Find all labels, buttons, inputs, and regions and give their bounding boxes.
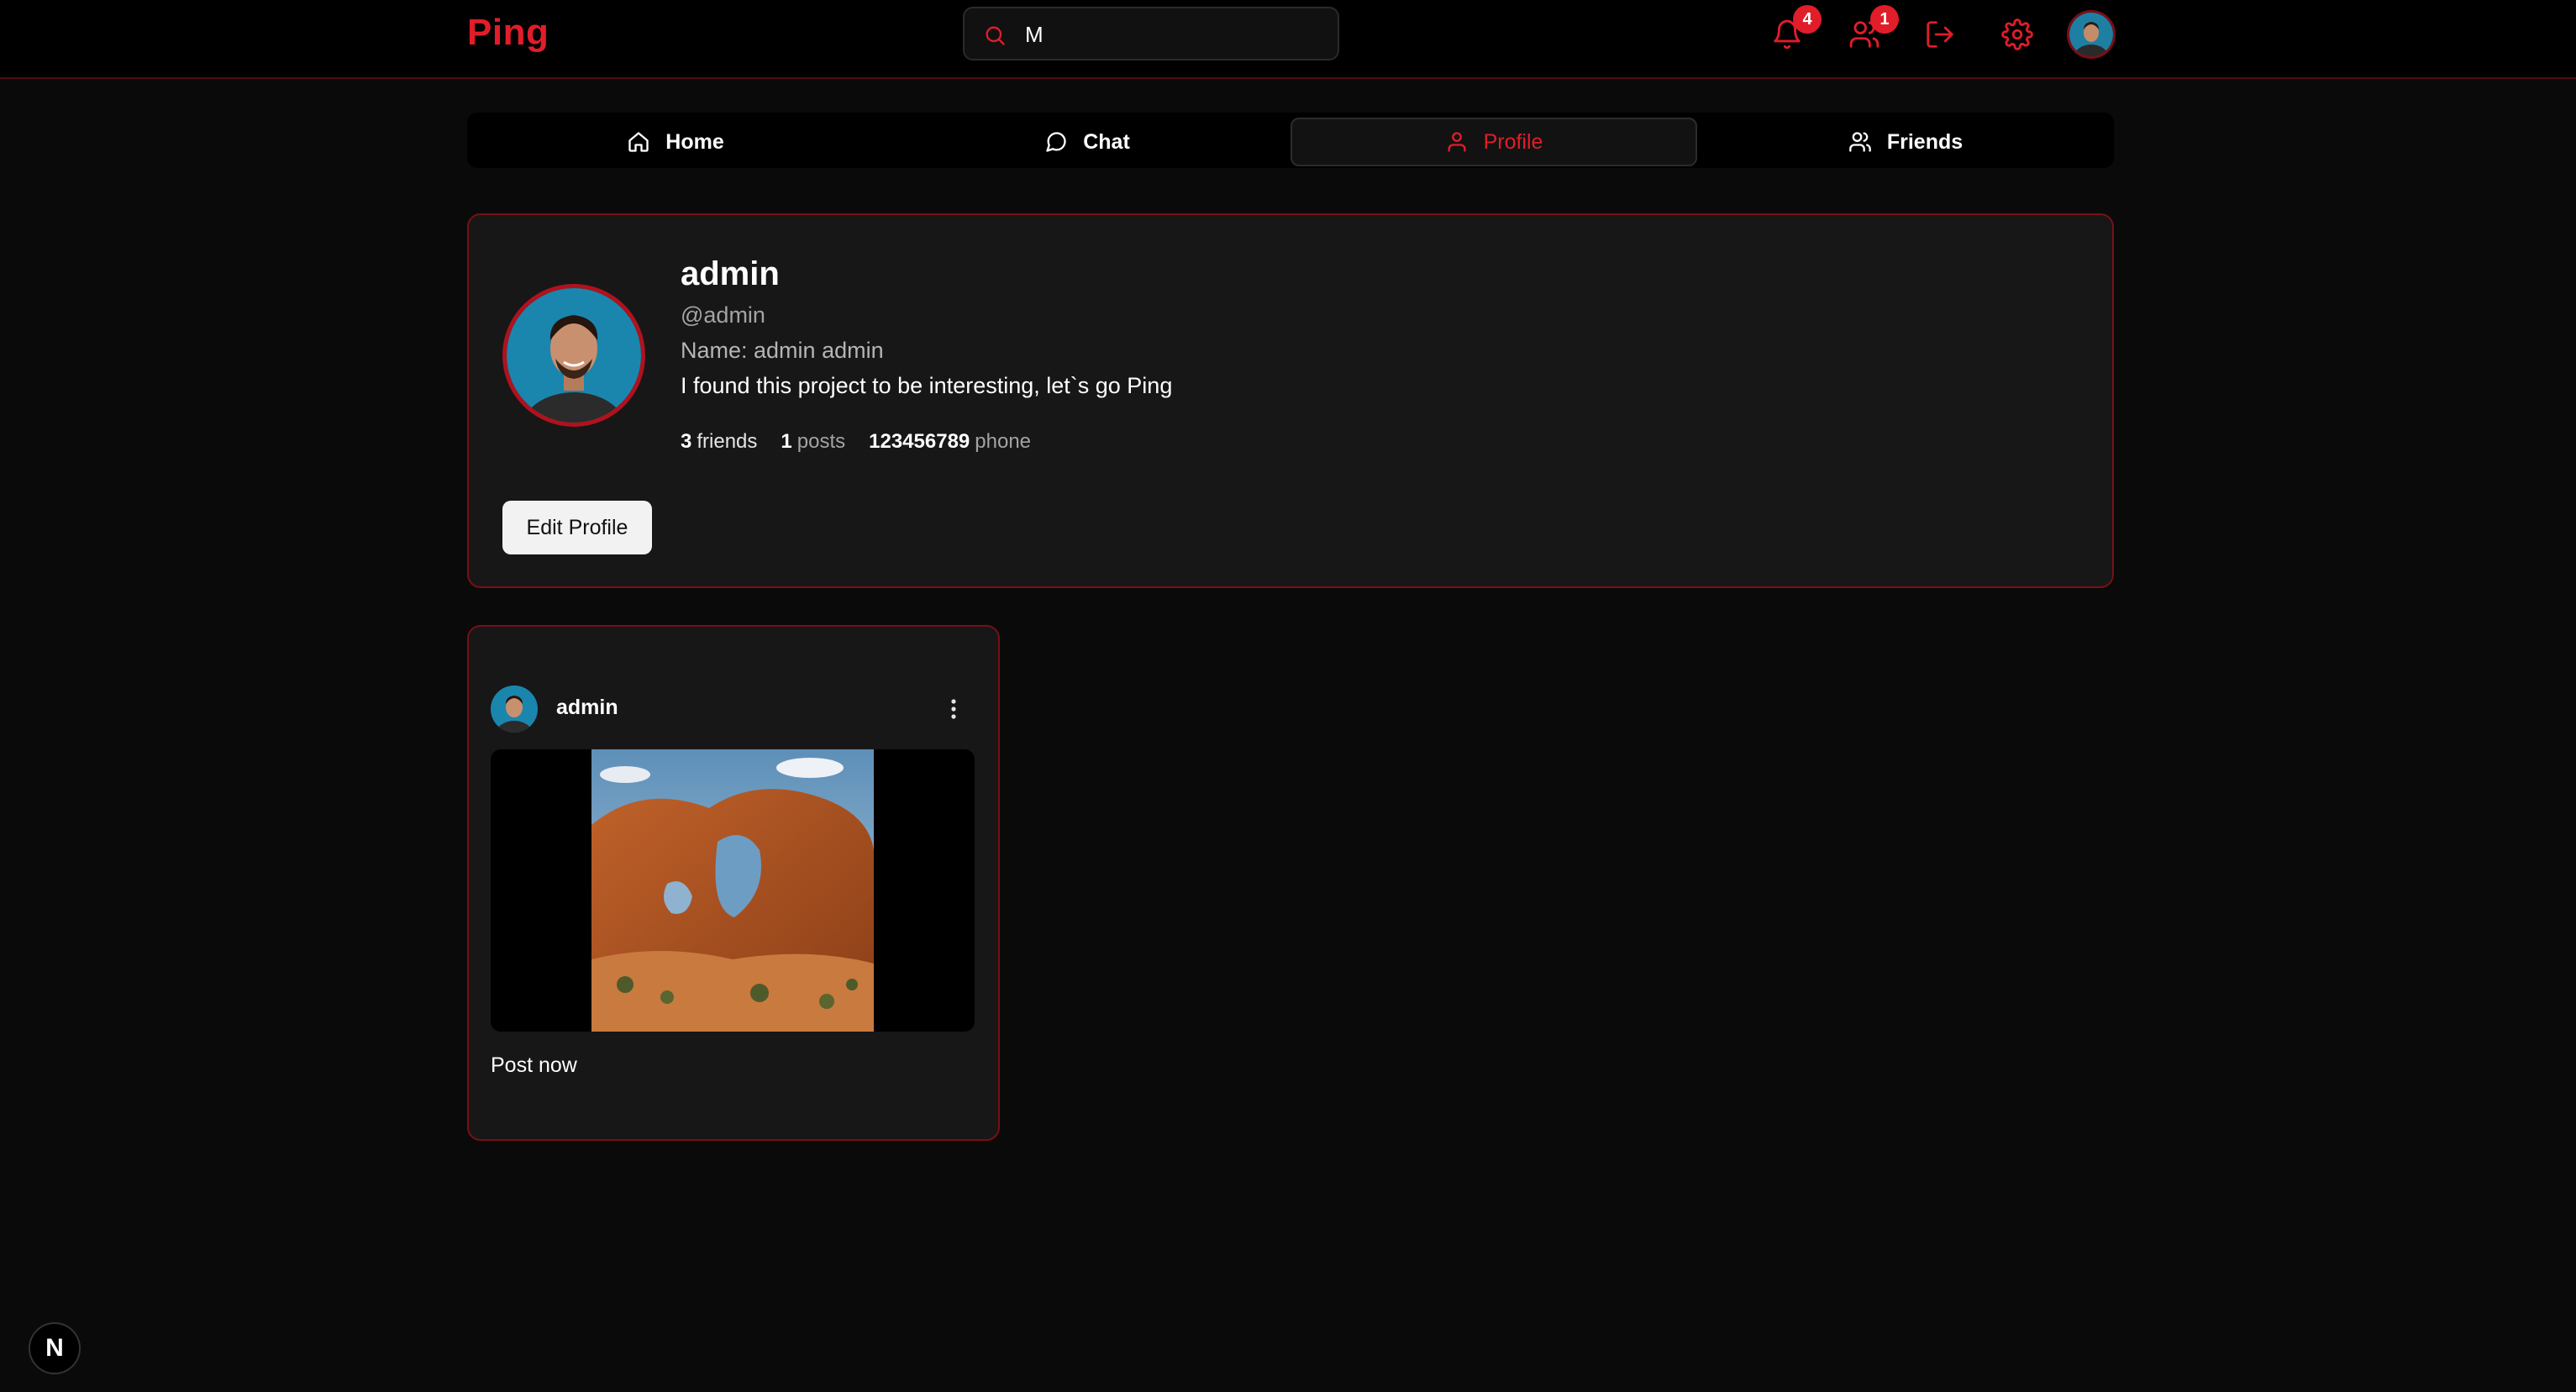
app-logo[interactable]: Ping [467,12,549,54]
profile-handle: @admin [681,302,765,328]
logout-button[interactable] [1924,18,1956,50]
friend-request-count-badge: 1 [1870,5,1899,34]
chat-icon [1046,132,1066,152]
post-media[interactable] [491,749,975,1032]
search-input[interactable] [1023,17,1326,52]
search-icon [986,26,1005,45]
edit-profile-button[interactable]: Edit Profile [502,501,652,554]
search-box[interactable] [963,7,1339,60]
tab-friends-label: Friends [1886,129,1964,154]
friends-stat[interactable]: 3 friends [681,430,757,454]
tab-friends[interactable]: Friends [1702,118,2109,166]
profile-full-name: Name: admin admin [681,338,884,363]
avatar-photo-icon [2069,13,2113,56]
tab-home[interactable]: Home [472,118,879,166]
notification-count-badge: 4 [1793,5,1822,34]
gear-icon [2001,18,2033,50]
friends-label: friends [697,430,758,453]
home-icon [628,132,649,152]
post-author-avatar[interactable] [491,685,538,733]
dev-tools-badge[interactable]: N [29,1322,81,1374]
user-avatar[interactable] [2067,10,2116,59]
desert-arch-photo [591,749,874,1032]
friends-icon [1849,132,1871,152]
tab-chat-label: Chat [1083,129,1130,154]
friends-count: 3 [681,430,692,453]
user-icon [1448,132,1466,152]
profile-avatar [502,284,645,427]
post-caption: Post now [491,1053,577,1077]
profile-bio: I found this project to be interesting, … [681,373,1173,398]
phone-stat: 123456789 phone [869,430,1031,454]
tab-home-label: Home [665,129,724,154]
phone-label: phone [975,430,1032,453]
post-avatar-photo-icon [491,685,538,733]
posts-label: posts [796,430,846,453]
tab-profile-label: Profile [1483,129,1543,154]
tab-profile[interactable]: Profile [1291,118,1697,166]
profile-stats: 3 friends 1 posts 123456789 phone [681,430,1031,454]
settings-button[interactable] [2001,18,2033,50]
friend-requests-button[interactable]: 1 [1848,5,1899,50]
profile-photo-icon [507,288,641,423]
logout-icon [1927,21,1953,48]
posts-count: 1 [781,430,792,453]
notifications-button[interactable]: 4 [1771,5,1822,50]
main-nav-tabs: Home Chat Profile Friends [467,113,2114,168]
phone-value: 123456789 [869,430,970,453]
top-bar: Ping 4 1 [0,0,2576,79]
post-card: admin Post now [467,625,1000,1141]
profile-card: admin @admin Name: admin admin I found t… [467,213,2114,588]
more-vertical-icon[interactable] [944,696,963,722]
tab-chat[interactable]: Chat [884,118,1291,166]
post-author-name[interactable]: admin [556,696,618,720]
posts-stat: 1 posts [781,430,845,454]
profile-name: admin [681,255,780,292]
